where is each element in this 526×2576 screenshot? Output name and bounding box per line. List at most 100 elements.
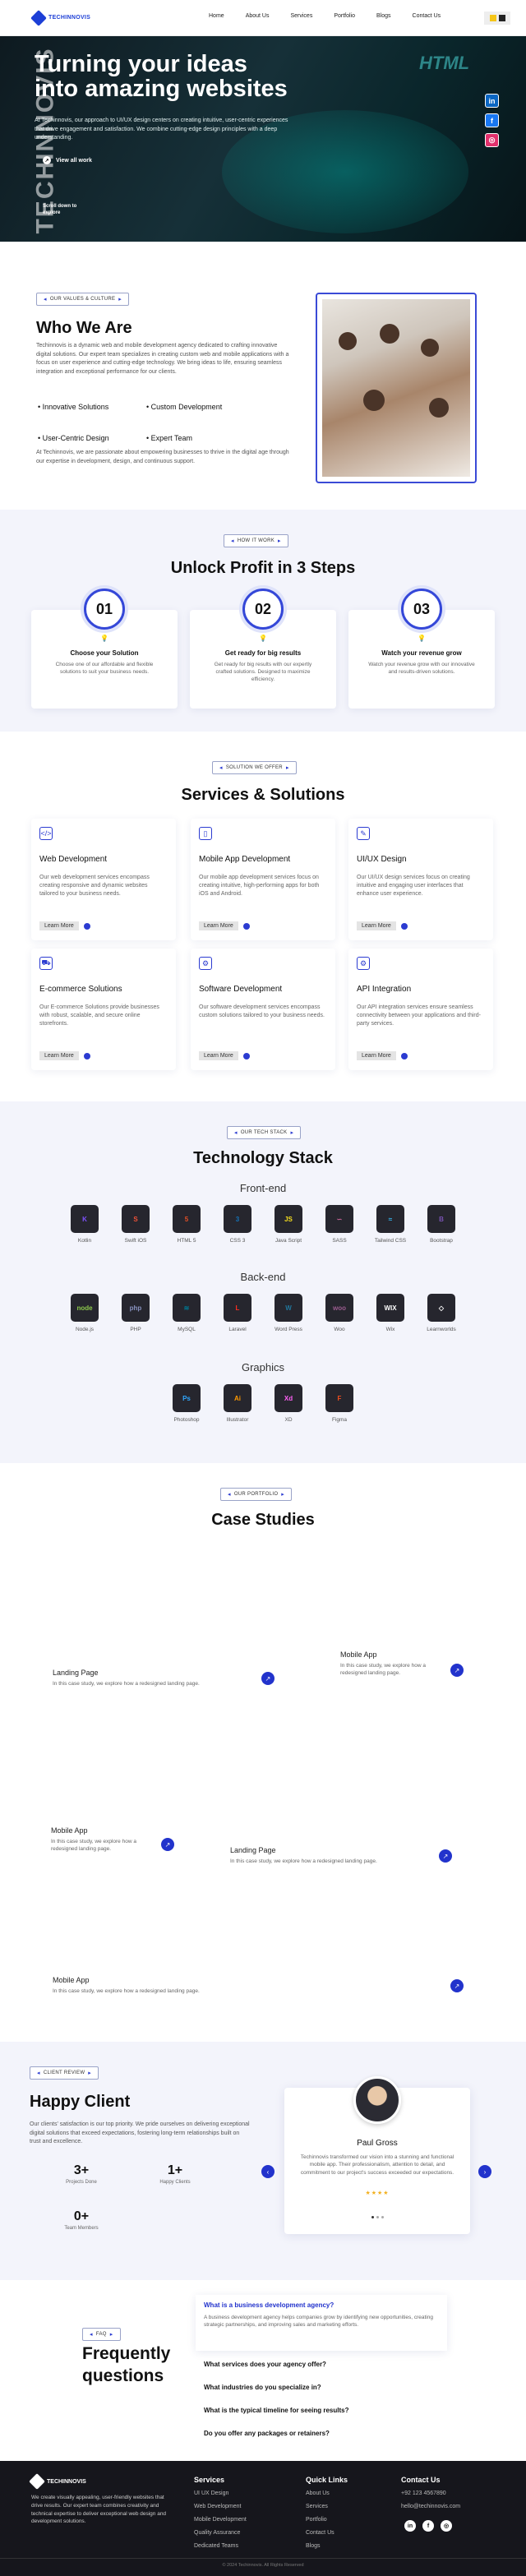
dot[interactable] [371, 2216, 374, 2218]
step-desc: Watch your revenue grow with our innovat… [368, 662, 475, 676]
arrow-icon [242, 922, 250, 930]
tech-label: XD [284, 1417, 293, 1423]
faq-pill: FAQ [82, 2328, 121, 2341]
arrow-icon[interactable]: ↗ [261, 1672, 275, 1685]
tech-label: Learnworlds [427, 1327, 456, 1332]
faq-question[interactable]: What industries do you specialize in? [204, 2384, 321, 2391]
footer-phone[interactable]: +92 123 4567890 [401, 2491, 446, 2496]
arrow-icon[interactable]: ↗ [450, 1979, 464, 1992]
stat-number: 3+ [73, 2163, 90, 2177]
step-number: 01 [84, 589, 125, 630]
case-study[interactable]: Mobile App In this case study, we explor… [340, 1650, 439, 1677]
stat: 0+ Team Members [53, 2209, 110, 2231]
service-title: UI/UX Design [357, 855, 407, 864]
facebook-icon[interactable]: f [485, 113, 499, 127]
faq-question[interactable]: What is the typical timeline for seeing … [204, 2407, 348, 2414]
learn-more-button[interactable]: Learn More [357, 921, 408, 930]
sass-icon: ∽ [325, 1205, 353, 1233]
logo-icon [29, 2473, 45, 2490]
footer-link[interactable]: Dedicated Teams [194, 2543, 238, 2549]
nav-about[interactable]: About Us [246, 13, 270, 19]
footer-link[interactable]: Portfolio [306, 2517, 327, 2523]
case-study[interactable]: Mobile App In this case study, we explor… [51, 1826, 150, 1853]
tech-label: MySQL [178, 1327, 196, 1332]
html-5-icon: 5 [173, 1205, 201, 1233]
list-item: User-Centric Design [38, 434, 135, 442]
footer-email[interactable]: hello@techinnovis.com [401, 2504, 460, 2509]
footer-link[interactable]: About Us [306, 2491, 330, 2496]
step-card: 01 💡 Choose your Solution Choose one of … [31, 589, 178, 709]
learn-more-button[interactable]: Learn More [357, 1051, 408, 1060]
linkedin-icon[interactable]: in [404, 2520, 416, 2532]
arrow-icon[interactable]: ↗ [450, 1664, 464, 1677]
logo-icon [30, 9, 47, 26]
nav-blogs[interactable]: Blogs [376, 13, 391, 19]
case-study[interactable]: Mobile App In this case study, we explor… [53, 1976, 250, 1995]
hero-title: Turning your ideas into amazing websites [35, 51, 288, 102]
tech-label: SASS [332, 1238, 347, 1244]
faq-item-open[interactable]: What is a business development agency? A… [196, 2295, 447, 2351]
instagram-icon[interactable]: ◎ [485, 133, 499, 147]
step-title: Get ready for big results [224, 649, 302, 657]
learn-more-button[interactable]: Learn More [199, 921, 250, 930]
footer-link[interactable]: Blogs [306, 2543, 321, 2549]
carousel-dots [371, 2216, 384, 2218]
tech-label: Laravel [228, 1327, 247, 1332]
laravel-icon: L [224, 1294, 251, 1322]
backend-title: Back-end [240, 1271, 286, 1283]
footer-link[interactable]: Web Development [194, 2504, 241, 2509]
solution-pill: SOLUTION WE OFFER [212, 761, 297, 774]
toggle-knob-icon [498, 15, 505, 21]
nav-home[interactable]: Home [209, 13, 224, 19]
dot[interactable] [381, 2216, 384, 2218]
hero-title-line1: Turning your ideas [35, 51, 247, 77]
footer-link[interactable]: Mobile Development [194, 2517, 247, 2523]
steps-title: Unlock Profit in 3 Steps [170, 559, 356, 577]
theme-toggle[interactable] [484, 12, 510, 25]
php-icon: php [122, 1294, 150, 1322]
nav-services[interactable]: Services [290, 13, 312, 19]
footer-logo[interactable]: TECHINNOVIS [29, 2473, 86, 2490]
service-title: API Integration [357, 985, 412, 994]
stat-number: 1+ [167, 2163, 183, 2177]
faq-question[interactable]: What services does your agency offer? [204, 2361, 326, 2368]
arrow-icon[interactable]: ↗ [439, 1849, 452, 1863]
service-card: </> Web Development Our web development … [31, 819, 176, 940]
footer-link[interactable]: Services [306, 2504, 328, 2509]
tailwind-css-icon: ≈ [376, 1205, 404, 1233]
nav-contact[interactable]: Contact Us [413, 13, 441, 19]
footer-link[interactable]: Contact Us [306, 2530, 335, 2536]
step-card: 03 💡 Watch your revenue grow Watch your … [348, 589, 495, 709]
learn-more-button[interactable]: Learn More [39, 1051, 90, 1060]
facebook-icon[interactable]: f [422, 2520, 434, 2532]
case-study[interactable]: Landing Page In this case study, we expl… [53, 1669, 242, 1687]
next-arrow-icon[interactable]: › [478, 2165, 491, 2178]
nav-portfolio[interactable]: Portfolio [334, 13, 355, 19]
footer-link[interactable]: Quality Assurance [194, 2530, 240, 2536]
dot[interactable] [376, 2216, 379, 2218]
faq-question[interactable]: Do you offer any packages or retainers? [204, 2430, 330, 2437]
prev-arrow-icon[interactable]: ‹ [261, 2165, 275, 2178]
footer-link[interactable]: UI UX Design [194, 2491, 228, 2496]
hero-title-line2: into amazing websites [35, 75, 288, 102]
step-number: 02 [242, 589, 284, 630]
bulb-icon: 💡 [100, 635, 108, 642]
footer-services-title: Services [194, 2476, 225, 2484]
faq-question: What is a business development agency? [204, 2301, 335, 2309]
view-work-button[interactable]: ↗ View all work [43, 156, 92, 164]
learn-more-button[interactable]: Learn More [39, 921, 90, 930]
arrow-icon[interactable]: ↗ [161, 1838, 174, 1851]
site-header: TECHINNOVIS Home About Us Services Portf… [0, 0, 526, 36]
scroll-down-link[interactable]: Scroll down to explore [43, 204, 92, 217]
word-press-icon: W [275, 1294, 302, 1322]
case-desc: In this case study, we explore how a red… [230, 1858, 377, 1864]
step-number: 03 [401, 589, 442, 630]
instagram-icon[interactable]: ◎ [441, 2520, 452, 2532]
services-title: Services & Solutions [181, 786, 345, 804]
step-desc: Choose one of our affordable and flexibl… [55, 662, 154, 676]
learn-more-button[interactable]: Learn More [199, 1051, 250, 1060]
logo[interactable]: TECHINNOVIS [30, 9, 90, 26]
linkedin-icon[interactable]: in [485, 94, 499, 108]
tech-label: Woo [334, 1327, 345, 1332]
case-study[interactable]: Landing Page In this case study, we expl… [230, 1846, 427, 1865]
